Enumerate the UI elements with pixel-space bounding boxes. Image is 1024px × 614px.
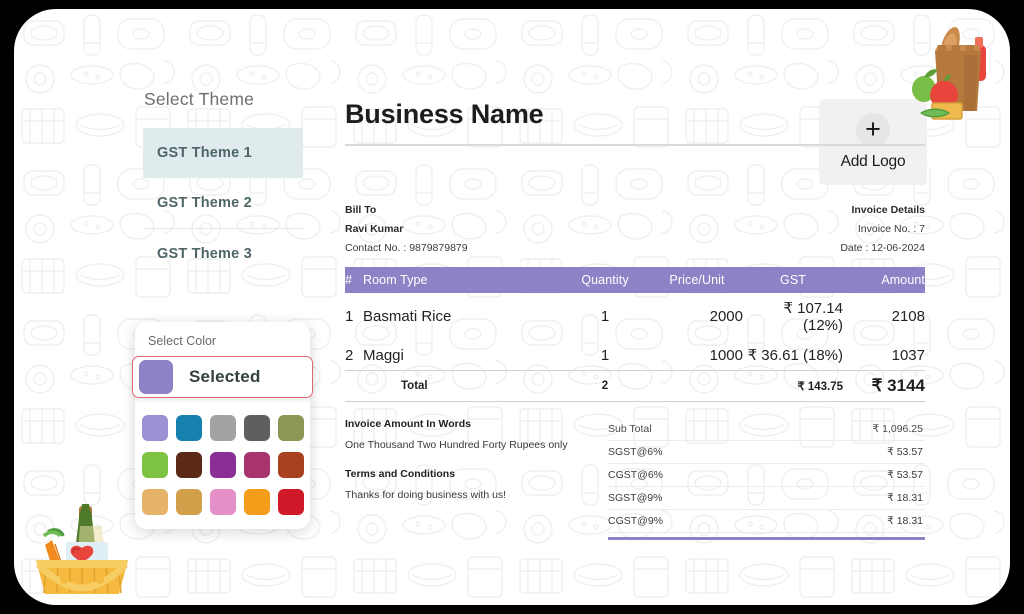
theme-list: GST Theme 1 GST Theme 2 GST Theme 3 (143, 128, 303, 278)
cell-index: 1 (345, 308, 354, 325)
summary-label: Sub Total (608, 423, 652, 435)
summary-row: CGST@6% ₹ 53.57 (608, 464, 925, 487)
bill-info-block: Bill To Ravi Kumar Contact No. : 9879879… (345, 204, 925, 261)
selected-color-row[interactable]: Selected (132, 356, 313, 398)
column-header-amount: Amount (843, 267, 925, 293)
color-swatch[interactable] (141, 489, 168, 515)
cell-total-amount: ₹ 3144 (843, 370, 925, 402)
selected-color-swatch (139, 360, 173, 394)
summary-row: CGST@9% ₹ 18.31 (608, 510, 925, 533)
column-header-gst: GST (743, 267, 843, 293)
cell-gst: ₹ 36.61 (18%) (747, 347, 843, 364)
theme-item-label: GST Theme 1 (157, 145, 252, 161)
summary-row: Sub Total ₹ 1,096.25 (608, 418, 925, 441)
summary-value: ₹ 18.31 (887, 515, 923, 527)
invoice-notes: Invoice Amount In Words One Thousand Two… (345, 418, 600, 540)
amount-in-words-title: Invoice Amount In Words (345, 418, 472, 430)
bill-to-title: Bill To (345, 204, 377, 216)
selected-color-label: Selected (189, 367, 261, 386)
invoice-summary: Sub Total ₹ 1,096.25 SGST@6% ₹ 53.57 CGS… (600, 418, 925, 540)
screen-frame: Select Theme GST Theme 1 GST Theme 2 GST… (0, 0, 1024, 614)
invoice-details-block: Invoice Details Invoice No. : 7 Date : 1… (840, 204, 925, 261)
theme-item-gst-theme-2[interactable]: GST Theme 2 (143, 178, 303, 228)
cell-gst: ₹ 107.14 (12%) (783, 300, 843, 334)
summary-row: SGST@6% ₹ 53.57 (608, 441, 925, 464)
summary-label: SGST@9% (608, 492, 663, 504)
cell-quantity: 1 (600, 346, 610, 364)
color-swatch[interactable] (277, 415, 304, 441)
summary-label: SGST@6% (608, 446, 663, 458)
cell-price-unit: 2000 (709, 308, 743, 325)
color-swatch[interactable] (209, 489, 236, 515)
business-name: Business Name (345, 99, 544, 129)
select-theme-title: Select Theme (144, 89, 255, 109)
column-header-description: Room Type (363, 267, 559, 293)
invoice-date: Date : 12-06-2024 (840, 242, 925, 254)
cell-amount: 2108 (891, 308, 925, 325)
color-swatch[interactable] (277, 452, 304, 478)
invoice-items-table: # Room Type Quantity Price/Unit GST Amou… (345, 267, 925, 402)
grocery-basket-illustration (36, 504, 128, 594)
color-swatch-grid (135, 398, 310, 515)
color-swatch[interactable] (175, 415, 202, 441)
color-swatch[interactable] (209, 452, 236, 478)
amount-in-words-body: One Thousand Two Hundred Forty Rupees on… (345, 439, 568, 451)
cell-total-gst: ₹ 143.75 (743, 370, 843, 402)
cell-description: Maggi (363, 346, 404, 364)
summary-value: ₹ 53.57 (887, 446, 923, 458)
grocery-bag-illustration (912, 27, 986, 120)
column-header-index: # (345, 267, 363, 293)
table-header-row: # Room Type Quantity Price/Unit GST Amou… (345, 267, 925, 293)
business-name-divider (345, 144, 925, 146)
cell-quantity: 1 (600, 308, 610, 325)
select-color-label: Select Color (148, 334, 217, 348)
customer-name: Ravi Kumar (345, 223, 404, 235)
summary-row: SGST@9% ₹ 18.31 (608, 487, 925, 510)
color-swatch[interactable] (141, 452, 168, 478)
invoice-number: Invoice No. : 7 (857, 223, 925, 235)
invoice-preview: Business Name Bill To Ravi Kumar Contact… (345, 99, 925, 540)
color-swatch[interactable] (243, 415, 270, 441)
cell-total-label: Total (363, 370, 559, 402)
summary-underline (608, 537, 925, 540)
cell-total-quantity: 2 (559, 370, 651, 402)
cell-amount: 1037 (891, 346, 925, 364)
cell-price-unit: 1000 (709, 346, 743, 364)
theme-panel: Select Theme GST Theme 1 GST Theme 2 GST… (129, 89, 329, 278)
app-page: Select Theme GST Theme 1 GST Theme 2 GST… (14, 9, 1010, 605)
invoice-details-title: Invoice Details (851, 204, 925, 216)
summary-label: CGST@6% (608, 469, 664, 481)
color-swatch[interactable] (141, 415, 168, 441)
color-picker-panel: Select Color Selected (132, 322, 313, 529)
theme-item-label: GST Theme 2 (157, 195, 252, 211)
color-swatch[interactable] (175, 489, 202, 515)
theme-item-gst-theme-3[interactable]: GST Theme 3 (143, 228, 303, 278)
table-row: 2 Maggi 1 1000 ₹ 36.61 (18%) 1037 (345, 340, 925, 371)
bill-to-block: Bill To Ravi Kumar Contact No. : 9879879… (345, 204, 468, 261)
theme-item-label: GST Theme 3 (157, 245, 252, 262)
summary-value: ₹ 18.31 (887, 492, 923, 504)
invoice-footer: Invoice Amount In Words One Thousand Two… (345, 418, 925, 540)
color-swatch[interactable] (243, 452, 270, 478)
color-swatch[interactable] (243, 489, 270, 515)
cell-total-spacer (345, 370, 363, 402)
terms-title: Terms and Conditions (345, 468, 456, 480)
summary-value: ₹ 1,096.25 (872, 423, 923, 435)
cell-index: 2 (345, 346, 354, 364)
table-row: 1 Basmati Rice 1 2000 ₹ 107.14 (12%) 210… (345, 293, 925, 340)
table-total-row: Total 2 ₹ 143.75 ₹ 3144 (345, 370, 925, 402)
column-header-price-unit: Price/Unit (651, 267, 743, 293)
color-swatch[interactable] (277, 489, 304, 515)
column-header-quantity: Quantity (559, 267, 651, 293)
color-swatch[interactable] (175, 452, 202, 478)
customer-contact: Contact No. : 9879879879 (345, 242, 468, 254)
cell-description: Basmati Rice (363, 308, 452, 325)
summary-value: ₹ 53.57 (887, 469, 923, 481)
color-swatch[interactable] (209, 415, 236, 441)
summary-label: CGST@9% (608, 515, 664, 527)
theme-item-gst-theme-1[interactable]: GST Theme 1 (143, 128, 303, 178)
cell-total-spacer2 (651, 370, 743, 402)
terms-body: Thanks for doing business with us! (345, 489, 507, 501)
